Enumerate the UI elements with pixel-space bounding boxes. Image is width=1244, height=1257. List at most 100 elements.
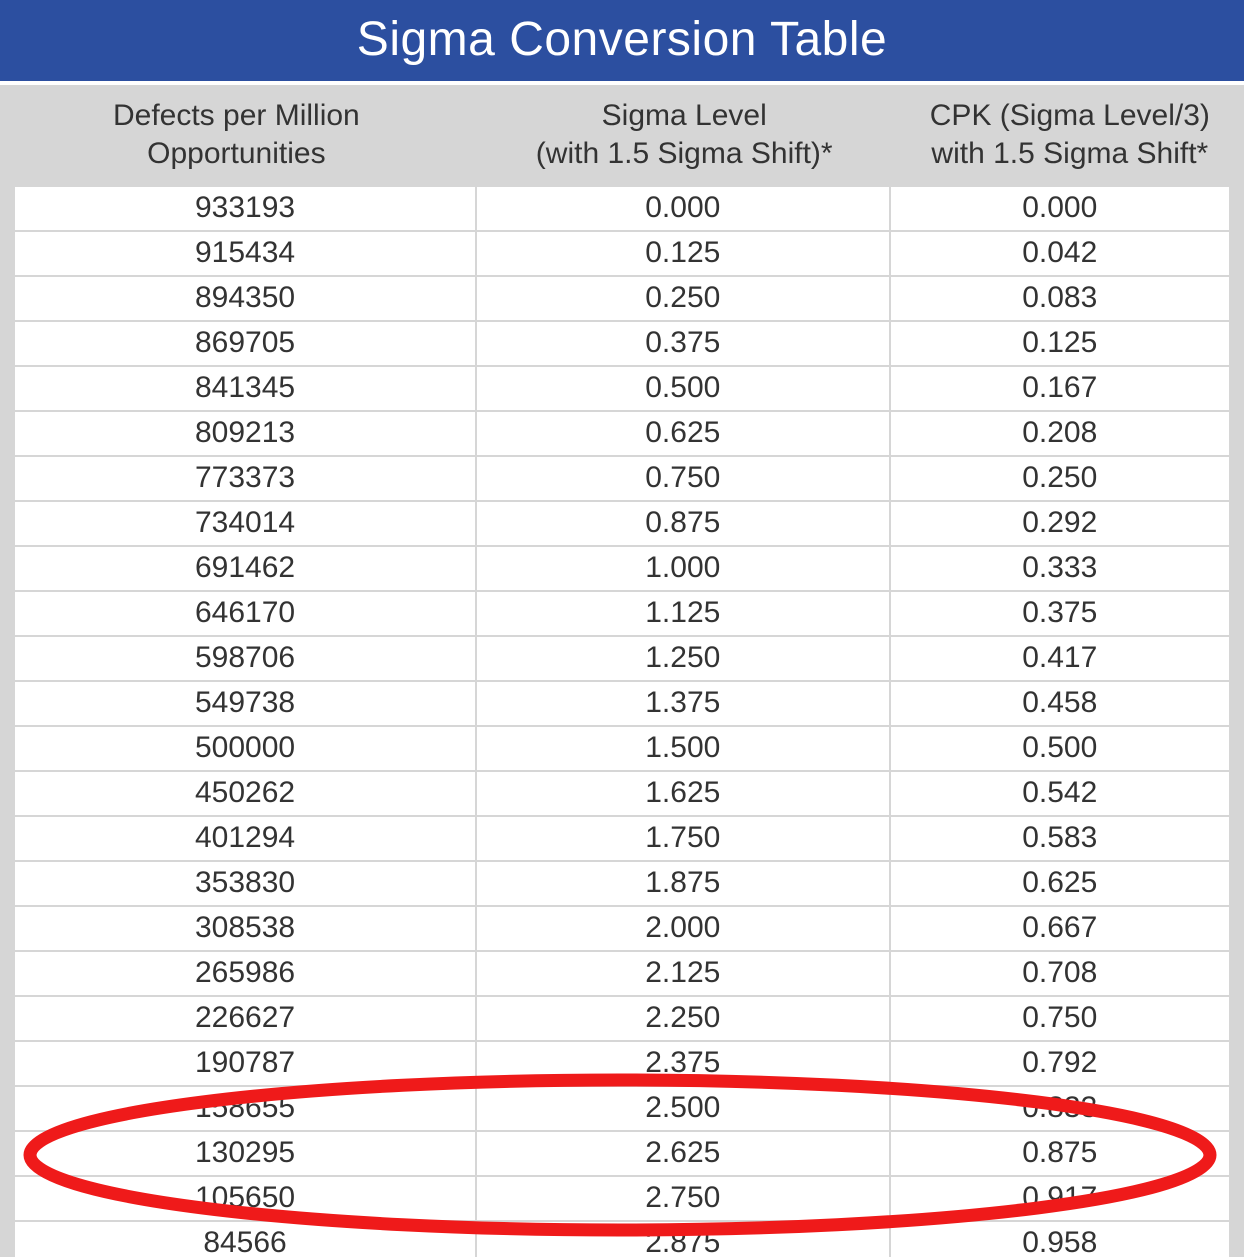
- cell-dpmo: 265986: [14, 951, 476, 996]
- column-header-line: Defects per Million: [113, 99, 360, 132]
- cell-dpmo: 809213: [14, 411, 476, 456]
- cell-sigma: 1.500: [476, 726, 889, 771]
- table-row: 2659862.1250.708: [14, 951, 1230, 996]
- cell-dpmo: 401294: [14, 816, 476, 861]
- cell-sigma: 0.125: [476, 231, 889, 276]
- cell-sigma: 2.500: [476, 1086, 889, 1131]
- cell-cpk: 0.125: [890, 321, 1230, 366]
- column-header-line: Opportunities: [147, 137, 325, 170]
- cell-cpk: 0.958: [890, 1221, 1230, 1257]
- cell-cpk: 0.750: [890, 996, 1230, 1041]
- cell-dpmo: 450262: [14, 771, 476, 816]
- cell-sigma: 0.750: [476, 456, 889, 501]
- cell-dpmo: 500000: [14, 726, 476, 771]
- table-row: 1056502.7500.917: [14, 1176, 1230, 1221]
- cell-cpk: 0.333: [890, 546, 1230, 591]
- table-body: 9331930.0000.0009154340.1250.0428943500.…: [0, 186, 1244, 1257]
- cell-cpk: 0.167: [890, 366, 1230, 411]
- cell-cpk: 0.625: [890, 861, 1230, 906]
- table-row: 7340140.8750.292: [14, 501, 1230, 546]
- column-header-line: CPK (Sigma Level/3): [930, 99, 1210, 132]
- cell-sigma: 2.250: [476, 996, 889, 1041]
- column-header-line: (with 1.5 Sigma Shift)*: [536, 137, 833, 170]
- cell-dpmo: 773373: [14, 456, 476, 501]
- cell-cpk: 0.458: [890, 681, 1230, 726]
- table-row: 9154340.1250.042: [14, 231, 1230, 276]
- table-row: 845662.8750.958: [14, 1221, 1230, 1257]
- cell-cpk: 0.875: [890, 1131, 1230, 1176]
- column-header-sigma: Sigma Level (with 1.5 Sigma Shift)*: [473, 93, 896, 176]
- cell-sigma: 1.125: [476, 591, 889, 636]
- cell-dpmo: 691462: [14, 546, 476, 591]
- cell-sigma: 2.000: [476, 906, 889, 951]
- cell-sigma: 2.750: [476, 1176, 889, 1221]
- cell-dpmo: 308538: [14, 906, 476, 951]
- cell-sigma: 0.625: [476, 411, 889, 456]
- cell-dpmo: 915434: [14, 231, 476, 276]
- cell-cpk: 0.208: [890, 411, 1230, 456]
- cell-dpmo: 353830: [14, 861, 476, 906]
- table-row: 8697050.3750.125: [14, 321, 1230, 366]
- cell-sigma: 1.750: [476, 816, 889, 861]
- cell-sigma: 1.625: [476, 771, 889, 816]
- table-row: 4502621.6250.542: [14, 771, 1230, 816]
- cell-sigma: 1.375: [476, 681, 889, 726]
- cell-dpmo: 734014: [14, 501, 476, 546]
- cell-cpk: 0.250: [890, 456, 1230, 501]
- table-row: 5497381.3750.458: [14, 681, 1230, 726]
- cell-cpk: 0.083: [890, 276, 1230, 321]
- table-row: 1586552.5000.833: [14, 1086, 1230, 1131]
- table-row: 9331930.0000.000: [14, 186, 1230, 231]
- table-row: 8413450.5000.167: [14, 366, 1230, 411]
- table-row: 4012941.7500.583: [14, 816, 1230, 861]
- column-header-line: with 1.5 Sigma Shift*: [931, 137, 1208, 170]
- cell-sigma: 2.875: [476, 1221, 889, 1257]
- table-row: 6461701.1250.375: [14, 591, 1230, 636]
- cell-dpmo: 869705: [14, 321, 476, 366]
- cell-sigma: 0.000: [476, 186, 889, 231]
- column-header-line: Sigma Level: [602, 99, 767, 132]
- table-row: 1907872.3750.792: [14, 1041, 1230, 1086]
- cell-cpk: 0.583: [890, 816, 1230, 861]
- cell-sigma: 0.250: [476, 276, 889, 321]
- table-row: 5987061.2500.417: [14, 636, 1230, 681]
- cell-sigma: 0.875: [476, 501, 889, 546]
- cell-cpk: 0.292: [890, 501, 1230, 546]
- table-row: 8943500.2500.083: [14, 276, 1230, 321]
- cell-cpk: 0.833: [890, 1086, 1230, 1131]
- cell-sigma: 2.625: [476, 1131, 889, 1176]
- cell-dpmo: 549738: [14, 681, 476, 726]
- cell-sigma: 0.375: [476, 321, 889, 366]
- cell-cpk: 0.792: [890, 1041, 1230, 1086]
- cell-dpmo: 105650: [14, 1176, 476, 1221]
- page-title: Sigma Conversion Table: [0, 0, 1244, 85]
- table-row: 3538301.8750.625: [14, 861, 1230, 906]
- column-header-cpk: CPK (Sigma Level/3) with 1.5 Sigma Shift…: [896, 93, 1244, 176]
- table-header-row: Defects per Million Opportunities Sigma …: [0, 85, 1244, 186]
- cell-sigma: 2.375: [476, 1041, 889, 1086]
- cell-cpk: 0.917: [890, 1176, 1230, 1221]
- cell-sigma: 1.250: [476, 636, 889, 681]
- cell-dpmo: 190787: [14, 1041, 476, 1086]
- page-root: Sigma Conversion Table Defects per Milli…: [0, 0, 1244, 1257]
- cell-sigma: 2.125: [476, 951, 889, 996]
- cell-sigma: 1.875: [476, 861, 889, 906]
- cell-dpmo: 894350: [14, 276, 476, 321]
- cell-dpmo: 598706: [14, 636, 476, 681]
- cell-dpmo: 646170: [14, 591, 476, 636]
- cell-sigma: 0.500: [476, 366, 889, 411]
- cell-dpmo: 130295: [14, 1131, 476, 1176]
- cell-cpk: 0.500: [890, 726, 1230, 771]
- table-row: 6914621.0000.333: [14, 546, 1230, 591]
- cell-cpk: 0.375: [890, 591, 1230, 636]
- cell-cpk: 0.667: [890, 906, 1230, 951]
- cell-cpk: 0.000: [890, 186, 1230, 231]
- table-row: 8092130.6250.208: [14, 411, 1230, 456]
- table-row: 7733730.7500.250: [14, 456, 1230, 501]
- cell-dpmo: 158655: [14, 1086, 476, 1131]
- table-row: 2266272.2500.750: [14, 996, 1230, 1041]
- cell-dpmo: 933193: [14, 186, 476, 231]
- cell-cpk: 0.417: [890, 636, 1230, 681]
- cell-dpmo: 841345: [14, 366, 476, 411]
- cell-dpmo: 84566: [14, 1221, 476, 1257]
